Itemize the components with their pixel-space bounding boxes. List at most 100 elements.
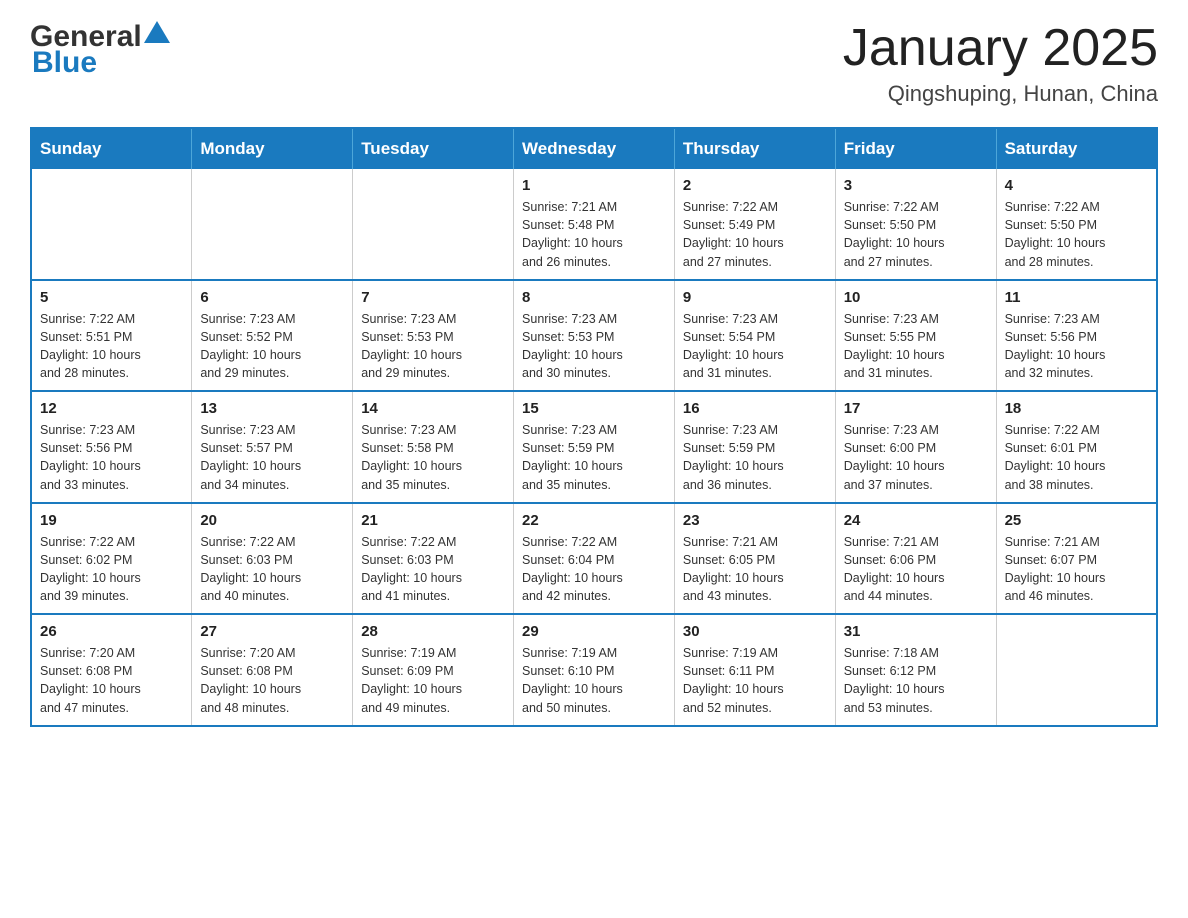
calendar-cell: 20Sunrise: 7:22 AM Sunset: 6:03 PM Dayli… [192,503,353,615]
calendar-cell [353,169,514,280]
calendar-cell: 29Sunrise: 7:19 AM Sunset: 6:10 PM Dayli… [514,614,675,726]
calendar-cell: 24 Sunrise: 7:21 AM Sunset: 6:06 PM Dayli… [835,503,996,615]
logo-blue-text: Blue [32,46,97,79]
calendar-cell [31,169,192,280]
day-number: 13 [200,400,344,417]
month-year-title: January 2025 [843,20,1158,77]
day-info: Sunrise: 7:22 AM Sunset: 5:50 PM Dayligh… [1005,198,1148,271]
day-header-sunday: Sunday [31,128,192,169]
day-info: Sunrise: 7:22 AM Sunset: 6:03 PM Dayligh… [361,533,505,606]
day-number: 17 [844,400,988,417]
day-number: 26 [40,623,183,640]
day-info: Sunrise: 7:18 AM Sunset: 6:12 PM Dayligh… [844,644,988,717]
calendar-cell: 31Sunrise: 7:18 AM Sunset: 6:12 PM Dayli… [835,614,996,726]
day-info: Sunrise: 7:22 AM Sunset: 5:50 PM Dayligh… [844,198,988,271]
week-row-4: 19 Sunrise: 7:22 AM Sunset: 6:02 PM Dayli… [31,503,1157,615]
calendar-cell: 19 Sunrise: 7:22 AM Sunset: 6:02 PM Dayli… [31,503,192,615]
page-header: General Blue January 2025 Qingshuping, H… [30,20,1158,107]
day-header-saturday: Saturday [996,128,1157,169]
day-header-thursday: Thursday [674,128,835,169]
day-number: 29 [522,623,666,640]
calendar-cell: 12Sunrise: 7:23 AM Sunset: 5:56 PM Dayli… [31,391,192,503]
calendar-cell: 23 Sunrise: 7:21 AM Sunset: 6:05 PM Dayli… [674,503,835,615]
day-info: Sunrise: 7:21 AM Sunset: 5:48 PM Dayligh… [522,198,666,271]
day-number: 2 [683,177,827,194]
day-number: 24 [844,512,988,529]
day-number: 9 [683,289,827,306]
calendar-cell: 17 Sunrise: 7:23 AM Sunset: 6:00 PM Dayli… [835,391,996,503]
day-number: 4 [1005,177,1148,194]
day-number: 1 [522,177,666,194]
day-info: Sunrise: 7:23 AM Sunset: 6:00 PM Dayligh… [844,421,988,494]
day-info: Sunrise: 7:21 AM Sunset: 6:05 PM Dayligh… [683,533,827,606]
day-number: 27 [200,623,344,640]
calendar-cell: 7 Sunrise: 7:23 AM Sunset: 5:53 PM Daylig… [353,280,514,392]
week-row-2: 5Sunrise: 7:22 AM Sunset: 5:51 PM Daylig… [31,280,1157,392]
calendar-cell: 13 Sunrise: 7:23 AM Sunset: 5:57 PM Dayli… [192,391,353,503]
calendar-cell: 5Sunrise: 7:22 AM Sunset: 5:51 PM Daylig… [31,280,192,392]
calendar-body: 1 Sunrise: 7:21 AM Sunset: 5:48 PM Daylig… [31,169,1157,726]
day-header-monday: Monday [192,128,353,169]
day-info: Sunrise: 7:19 AM Sunset: 6:09 PM Dayligh… [361,644,505,717]
day-number: 18 [1005,400,1148,417]
day-number: 15 [522,400,666,417]
day-info: Sunrise: 7:23 AM Sunset: 5:59 PM Dayligh… [683,421,827,494]
day-number: 12 [40,400,183,417]
day-number: 30 [683,623,827,640]
day-number: 21 [361,512,505,529]
day-info: Sunrise: 7:20 AM Sunset: 6:08 PM Dayligh… [40,644,183,717]
calendar-cell: 15 Sunrise: 7:23 AM Sunset: 5:59 PM Dayli… [514,391,675,503]
day-number: 23 [683,512,827,529]
day-info: Sunrise: 7:23 AM Sunset: 5:59 PM Dayligh… [522,421,666,494]
calendar-cell: 10Sunrise: 7:23 AM Sunset: 5:55 PM Dayli… [835,280,996,392]
calendar-cell: 27 Sunrise: 7:20 AM Sunset: 6:08 PM Dayli… [192,614,353,726]
calendar-cell: 4 Sunrise: 7:22 AM Sunset: 5:50 PM Daylig… [996,169,1157,280]
day-info: Sunrise: 7:21 AM Sunset: 6:07 PM Dayligh… [1005,533,1148,606]
logo: General Blue [30,20,172,80]
day-number: 6 [200,289,344,306]
day-number: 19 [40,512,183,529]
day-header-friday: Friday [835,128,996,169]
calendar-cell: 28Sunrise: 7:19 AM Sunset: 6:09 PM Dayli… [353,614,514,726]
day-info: Sunrise: 7:22 AM Sunset: 5:51 PM Dayligh… [40,310,183,383]
day-number: 7 [361,289,505,306]
week-row-3: 12Sunrise: 7:23 AM Sunset: 5:56 PM Dayli… [31,391,1157,503]
calendar-cell [192,169,353,280]
calendar-cell: 22Sunrise: 7:22 AM Sunset: 6:04 PM Dayli… [514,503,675,615]
day-info: Sunrise: 7:23 AM Sunset: 5:57 PM Dayligh… [200,421,344,494]
calendar-cell: 8Sunrise: 7:23 AM Sunset: 5:53 PM Daylig… [514,280,675,392]
calendar-header: SundayMondayTuesdayWednesdayThursdayFrid… [31,128,1157,169]
day-number: 16 [683,400,827,417]
day-info: Sunrise: 7:20 AM Sunset: 6:08 PM Dayligh… [200,644,344,717]
day-number: 3 [844,177,988,194]
calendar-cell: 6 Sunrise: 7:23 AM Sunset: 5:52 PM Daylig… [192,280,353,392]
day-number: 25 [1005,512,1148,529]
calendar-cell: 9 Sunrise: 7:23 AM Sunset: 5:54 PM Daylig… [674,280,835,392]
day-info: Sunrise: 7:23 AM Sunset: 5:58 PM Dayligh… [361,421,505,494]
day-header-tuesday: Tuesday [353,128,514,169]
calendar-cell: 16 Sunrise: 7:23 AM Sunset: 5:59 PM Dayli… [674,391,835,503]
calendar-cell: 11Sunrise: 7:23 AM Sunset: 5:56 PM Dayli… [996,280,1157,392]
day-info: Sunrise: 7:23 AM Sunset: 5:56 PM Dayligh… [1005,310,1148,383]
calendar-cell: 26 Sunrise: 7:20 AM Sunset: 6:08 PM Dayli… [31,614,192,726]
day-info: Sunrise: 7:23 AM Sunset: 5:53 PM Dayligh… [522,310,666,383]
week-row-1: 1 Sunrise: 7:21 AM Sunset: 5:48 PM Daylig… [31,169,1157,280]
logo-blue-row: Blue [30,46,97,80]
day-info: Sunrise: 7:22 AM Sunset: 6:04 PM Dayligh… [522,533,666,606]
day-info: Sunrise: 7:23 AM Sunset: 5:54 PM Dayligh… [683,310,827,383]
day-info: Sunrise: 7:19 AM Sunset: 6:11 PM Dayligh… [683,644,827,717]
calendar-cell: 2Sunrise: 7:22 AM Sunset: 5:49 PM Daylig… [674,169,835,280]
title-section: January 2025 Qingshuping, Hunan, China [843,20,1158,107]
day-header-wednesday: Wednesday [514,128,675,169]
day-info: Sunrise: 7:23 AM Sunset: 5:52 PM Dayligh… [200,310,344,383]
day-info: Sunrise: 7:21 AM Sunset: 6:06 PM Dayligh… [844,533,988,606]
calendar-cell [996,614,1157,726]
calendar-table: SundayMondayTuesdayWednesdayThursdayFrid… [30,127,1158,727]
day-info: Sunrise: 7:23 AM Sunset: 5:55 PM Dayligh… [844,310,988,383]
day-info: Sunrise: 7:22 AM Sunset: 6:02 PM Dayligh… [40,533,183,606]
day-info: Sunrise: 7:23 AM Sunset: 5:53 PM Dayligh… [361,310,505,383]
calendar-cell: 21 Sunrise: 7:22 AM Sunset: 6:03 PM Dayli… [353,503,514,615]
calendar-cell: 30 Sunrise: 7:19 AM Sunset: 6:11 PM Dayli… [674,614,835,726]
day-number: 14 [361,400,505,417]
location-subtitle: Qingshuping, Hunan, China [843,81,1158,107]
